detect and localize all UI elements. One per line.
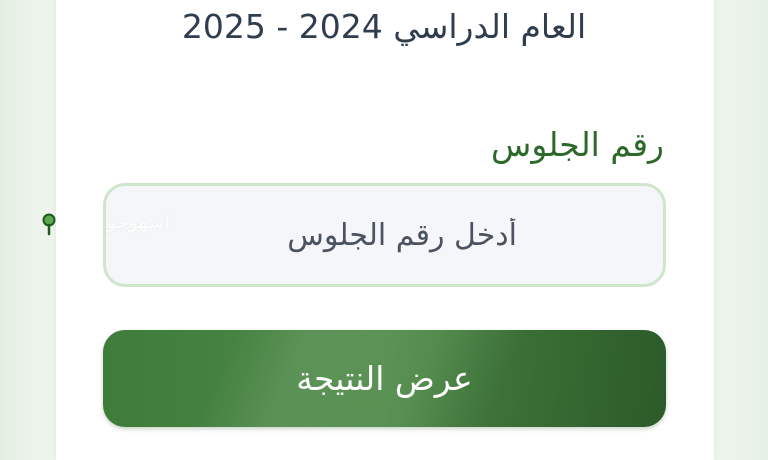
seat-number-label: رقم الجلوس <box>491 125 664 164</box>
seat-number-input[interactable] <box>103 183 666 287</box>
show-result-label: عرض النتيجة <box>296 359 473 398</box>
watermark: أشهوجو <box>40 206 180 242</box>
show-result-button[interactable]: عرض النتيجة <box>103 330 666 427</box>
map-pin-icon <box>42 213 56 236</box>
academic-year-title: العام الدراسي 2024 - 2025 <box>181 7 587 46</box>
watermark-text: أشهوجو <box>106 213 170 232</box>
